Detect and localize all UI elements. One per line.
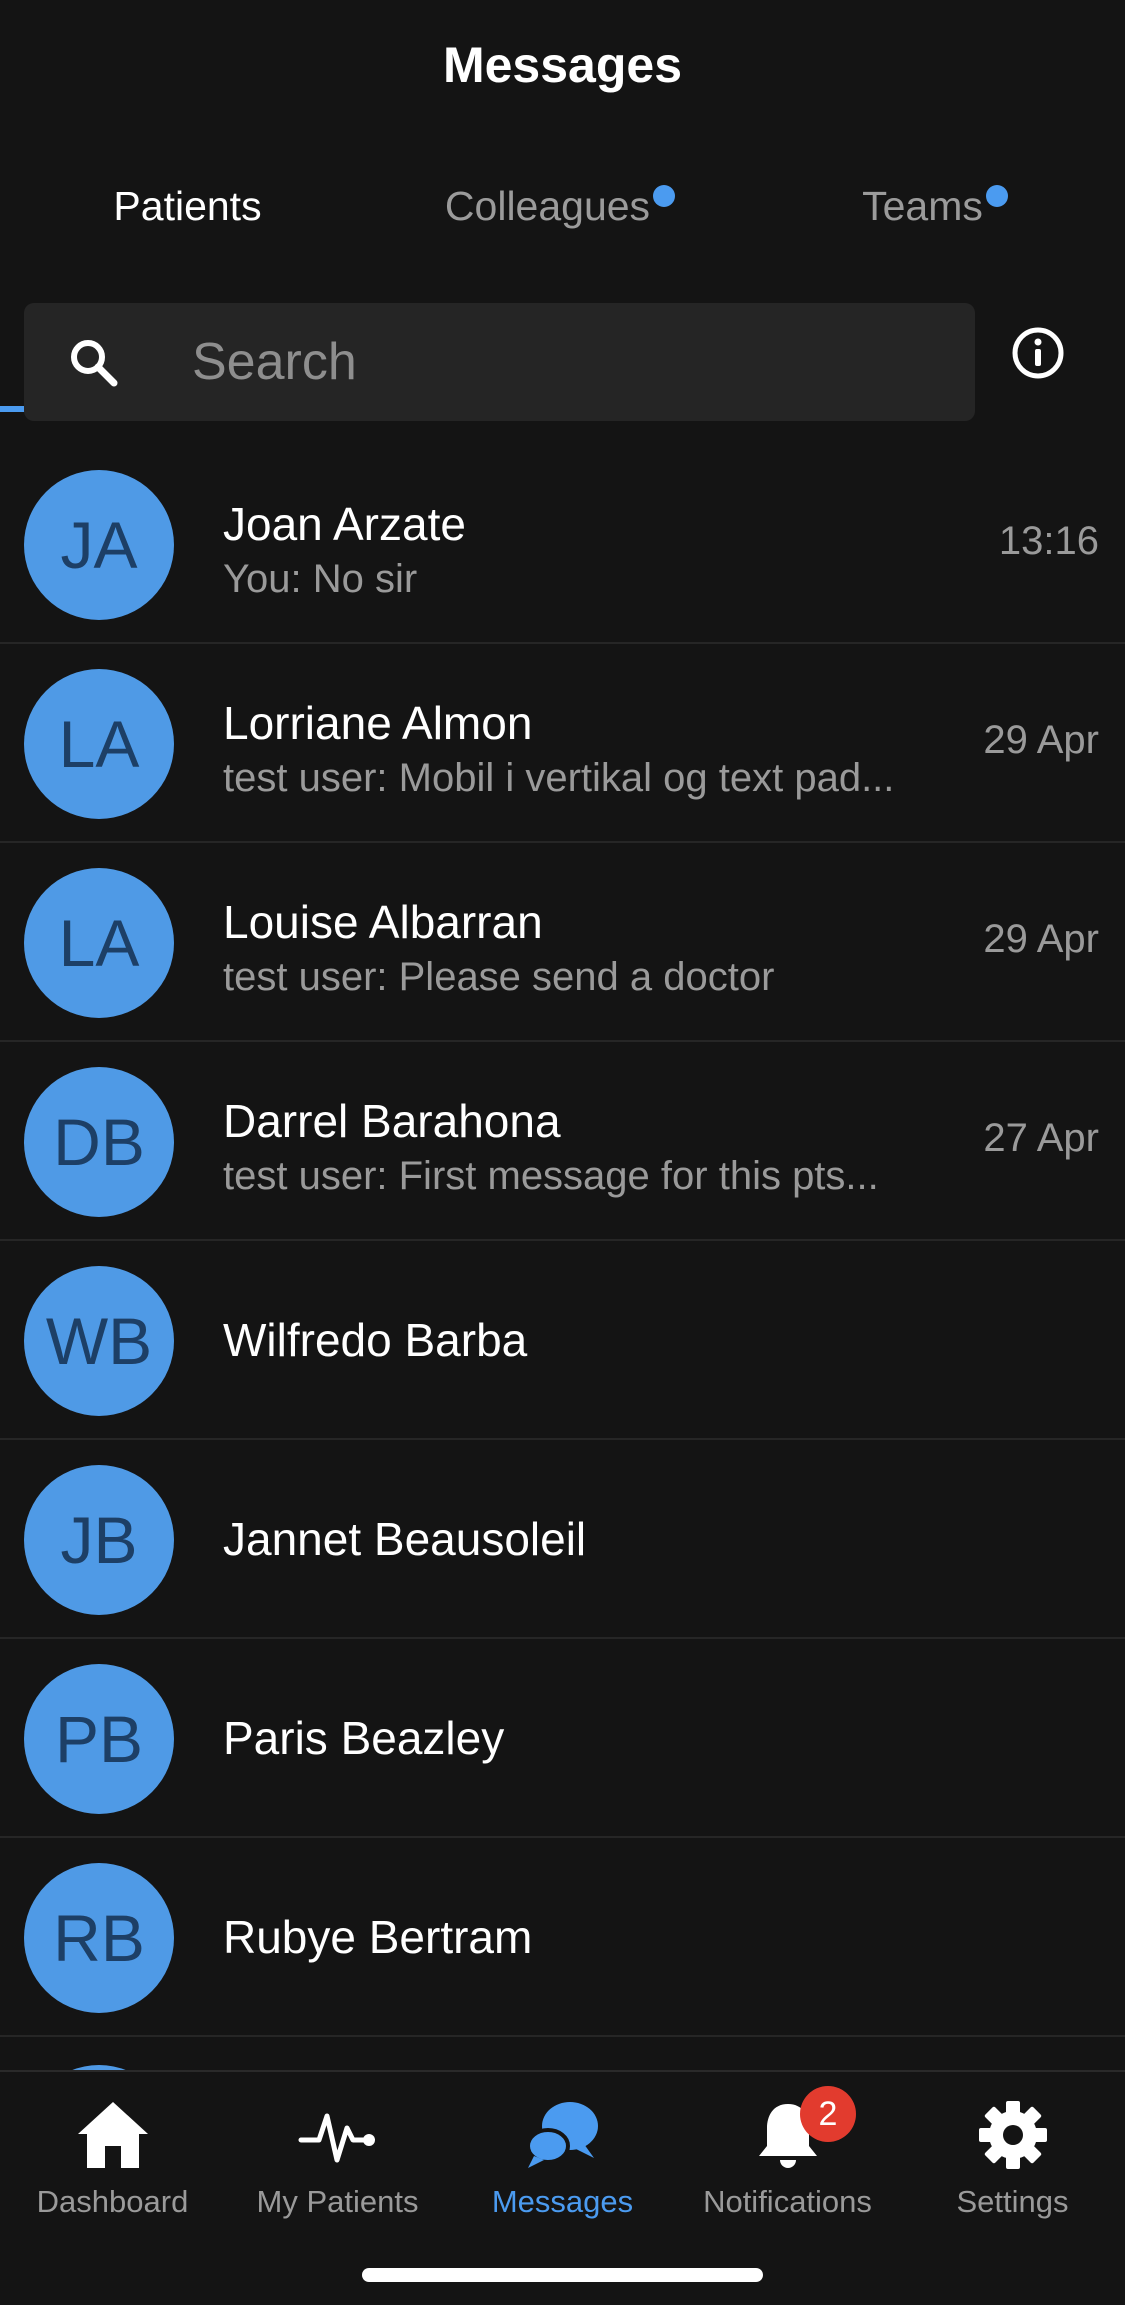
contact-name: Joan Arzate [223, 498, 466, 550]
contact-name: Lorriane Almon [223, 697, 533, 749]
nav-label: Dashboard [36, 2184, 189, 2219]
avatar: DB [24, 1067, 174, 1217]
conversation-row[interactable]: JB Jannet Beausoleil [0, 1440, 1125, 1639]
nav-label: My Patients [256, 2184, 419, 2219]
search-icon [71, 340, 118, 387]
message-time: 13:16 [998, 519, 1099, 563]
message-preview: test user: Please send a doctor [223, 955, 775, 999]
nav-settings[interactable]: Settings [900, 2072, 1125, 2262]
contact-name: Jannet Beausoleil [223, 1513, 587, 1565]
nav-messages[interactable]: Messages [450, 2072, 675, 2262]
conversation-list: JA Joan Arzate You: No sir 13:16 LA Lorr… [0, 445, 1125, 2037]
pulse-icon [298, 2113, 375, 2163]
header: Messages [0, 0, 1125, 135]
search-input[interactable] [192, 303, 952, 421]
unread-dot [985, 184, 1008, 207]
contact-name: Rubye Bertram [223, 1911, 533, 1963]
conversation-row[interactable]: LA Louise Albarran test user: Please sen… [0, 843, 1125, 1042]
contact-name: Wilfredo Barba [223, 1314, 528, 1366]
contact-name: Louise Albarran [223, 896, 543, 948]
nav-my-patients[interactable]: My Patients [225, 2072, 450, 2262]
message-time: 29 Apr [983, 917, 1099, 961]
nav-label: Messages [491, 2184, 634, 2219]
home-indicator [362, 2268, 763, 2282]
contact-name: Paris Beazley [223, 1712, 505, 1764]
nav-dashboard[interactable]: Dashboard [0, 2072, 225, 2262]
message-preview: You: No sir [223, 557, 418, 601]
search-bar [24, 303, 975, 421]
nav-notifications[interactable]: 2 Notifications [675, 2072, 900, 2262]
message-preview: test user: Mobil i vertikal og text pad.… [223, 756, 895, 800]
chat-bubbles-icon [526, 2102, 598, 2168]
page-title: Messages [442, 37, 683, 93]
nav-label: Settings [956, 2184, 1069, 2219]
tab-patients[interactable]: Patients [0, 135, 375, 277]
nav-label: Notifications [703, 2184, 872, 2219]
home-icon [78, 2102, 148, 2168]
notification-badge: 2 [800, 2086, 856, 2142]
tab-bar: Patients Colleagues Teams [0, 135, 1125, 412]
message-time: 29 Apr [983, 718, 1099, 762]
contact-name: Darrel Barahona [223, 1095, 561, 1147]
tab-label: Patients [113, 182, 262, 229]
avatar: LA [24, 868, 174, 1018]
conversation-row[interactable]: DB Darrel Barahona test user: First mess… [0, 1042, 1125, 1241]
avatar: JB [24, 1465, 174, 1615]
message-preview: test user: First message for this pts... [223, 1154, 879, 1198]
avatar: LA [24, 669, 174, 819]
conversation-row[interactable]: RB Rubye Bertram [0, 1838, 1125, 2037]
tab-colleagues[interactable]: Colleagues [375, 135, 720, 277]
tab-teams[interactable]: Teams [780, 135, 1065, 277]
conversation-row[interactable]: WB Wilfredo Barba [0, 1241, 1125, 1440]
messages-screen: Messages Patients Colleagues Teams JA Jo… [0, 0, 1125, 2305]
avatar: JA [24, 470, 174, 620]
info-icon[interactable] [1010, 325, 1066, 381]
bottom-navigation: Dashboard My Patients Messages 2 Notific… [0, 2070, 1125, 2305]
conversation-row[interactable]: PB Paris Beazley [0, 1639, 1125, 1838]
gear-icon [979, 2101, 1047, 2169]
unread-dot [653, 184, 676, 207]
conversation-row[interactable]: JA Joan Arzate You: No sir 13:16 [0, 445, 1125, 644]
avatar: WB [24, 1266, 174, 1416]
avatar: PB [24, 1664, 174, 1814]
message-time: 27 Apr [983, 1116, 1099, 1160]
avatar: RB [24, 1863, 174, 2013]
conversation-row[interactable]: LA Lorriane Almon test user: Mobil i ver… [0, 644, 1125, 843]
tab-label: Colleagues [444, 182, 651, 229]
tab-label: Teams [862, 182, 983, 229]
